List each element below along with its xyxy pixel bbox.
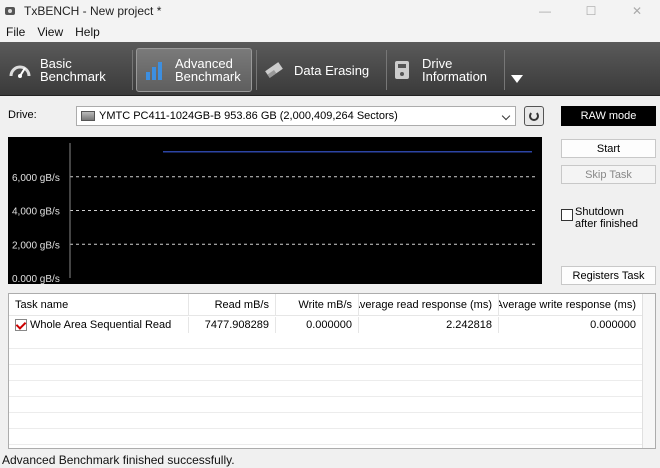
chart-y-tick-label: 2,000 gB/s xyxy=(12,240,60,251)
empty-row xyxy=(9,398,643,413)
start-button[interactable]: Start xyxy=(561,139,656,158)
benchmark-chart: 6,000 gB/s 4,000 gB/s 2,000 gB/s 0.000 gB/s xyxy=(8,137,542,284)
maximize-button[interactable]: ☐ xyxy=(568,0,614,22)
drive-select[interactable]: YMTC PC411-1024GB-B 953.86 GB (2,000,409… xyxy=(76,106,516,126)
shutdown-line2: after finished xyxy=(575,218,638,230)
tab-drive-information[interactable]: Drive Information xyxy=(390,48,502,92)
table-scrollbar[interactable] xyxy=(642,294,655,448)
disk-icon xyxy=(81,111,95,121)
toolbar-separator xyxy=(386,50,387,90)
col-avg-read[interactable]: Average read response (ms) xyxy=(359,294,499,315)
table-header: Task name Read mB/s Write mB/s Average r… xyxy=(9,294,643,316)
tab-drive-line2: Information xyxy=(422,69,488,84)
empty-row xyxy=(9,382,643,397)
drive-select-value: YMTC PC411-1024GB-B 953.86 GB (2,000,409… xyxy=(99,110,398,122)
menu-bar: File View Help xyxy=(0,22,660,42)
raw-mode-button[interactable]: RAW mode xyxy=(561,106,656,126)
tab-advanced-benchmark[interactable]: Advanced Benchmark xyxy=(136,48,252,92)
shutdown-line1: Shutdown xyxy=(575,206,624,218)
read-value: 7477.908289 xyxy=(189,317,276,333)
window-title: TxBENCH - New project * xyxy=(24,4,162,18)
bar-chart-icon xyxy=(143,58,167,82)
shutdown-option[interactable]: Shutdown after finished xyxy=(561,206,638,230)
minimize-button[interactable]: — xyxy=(522,0,568,22)
drive-label: Drive: xyxy=(8,109,37,121)
refresh-icon xyxy=(529,111,539,121)
empty-row xyxy=(9,430,643,445)
chart-y-tick-label: 4,000 gB/s xyxy=(12,207,60,218)
col-read[interactable]: Read mB/s xyxy=(189,294,276,315)
chevron-down-icon xyxy=(501,111,511,121)
window-controls: — ☐ ✕ xyxy=(522,0,660,22)
toolbar: Basic Benchmark Advanced Benchmark Data … xyxy=(0,42,660,96)
chart-y-tick-label: 0.000 gB/s xyxy=(12,274,60,284)
table-row[interactable]: Whole Area Sequential Read 7477.908289 0… xyxy=(9,317,643,333)
refresh-button[interactable] xyxy=(524,106,544,126)
avg-write-value: 0.000000 xyxy=(499,317,643,333)
tab-basic-line2: Benchmark xyxy=(40,69,106,84)
app-window: TxBENCH - New project * — ☐ ✕ File View … xyxy=(0,0,660,468)
registers-task-button[interactable]: Registers Task xyxy=(561,266,656,285)
drive-icon xyxy=(390,58,414,82)
task-check-icon xyxy=(15,319,27,331)
results-table: Task name Read mB/s Write mB/s Average r… xyxy=(8,293,656,449)
toolbar-separator xyxy=(504,50,505,90)
write-value: 0.000000 xyxy=(276,317,359,333)
col-task-name[interactable]: Task name xyxy=(9,294,189,315)
status-bar: Advanced Benchmark finished successfully… xyxy=(0,452,660,468)
app-icon xyxy=(4,4,18,18)
empty-row xyxy=(9,334,643,349)
avg-read-value: 2.242818 xyxy=(359,317,499,333)
menu-view[interactable]: View xyxy=(31,25,69,39)
tab-data-erasing[interactable]: Data Erasing xyxy=(262,48,382,92)
empty-row xyxy=(9,366,643,381)
chart-y-tick-label: 6,000 gB/s xyxy=(12,173,60,184)
tab-advanced-line2: Benchmark xyxy=(175,69,241,84)
task-name: Whole Area Sequential Read xyxy=(30,319,172,331)
empty-row xyxy=(9,414,643,429)
shutdown-checkbox[interactable] xyxy=(561,209,573,221)
col-write[interactable]: Write mB/s xyxy=(276,294,359,315)
title-bar: TxBENCH - New project * — ☐ ✕ xyxy=(0,0,660,22)
close-button[interactable]: ✕ xyxy=(614,0,660,22)
col-avg-write[interactable]: Average write response (ms) xyxy=(499,294,643,315)
menu-file[interactable]: File xyxy=(0,25,31,39)
tab-data-erasing-label: Data Erasing xyxy=(294,62,370,78)
eraser-icon xyxy=(262,58,286,82)
chevron-down-icon[interactable] xyxy=(508,70,526,88)
toolbar-separator xyxy=(132,50,133,90)
gauge-icon xyxy=(8,58,32,82)
skip-task-button[interactable]: Skip Task xyxy=(561,165,656,184)
toolbar-separator xyxy=(256,50,257,90)
menu-help[interactable]: Help xyxy=(69,25,106,39)
chart-svg: 6,000 gB/s 4,000 gB/s 2,000 gB/s 0.000 gB/s xyxy=(12,143,538,284)
tab-basic-benchmark[interactable]: Basic Benchmark xyxy=(8,48,130,92)
empty-row xyxy=(9,350,643,365)
